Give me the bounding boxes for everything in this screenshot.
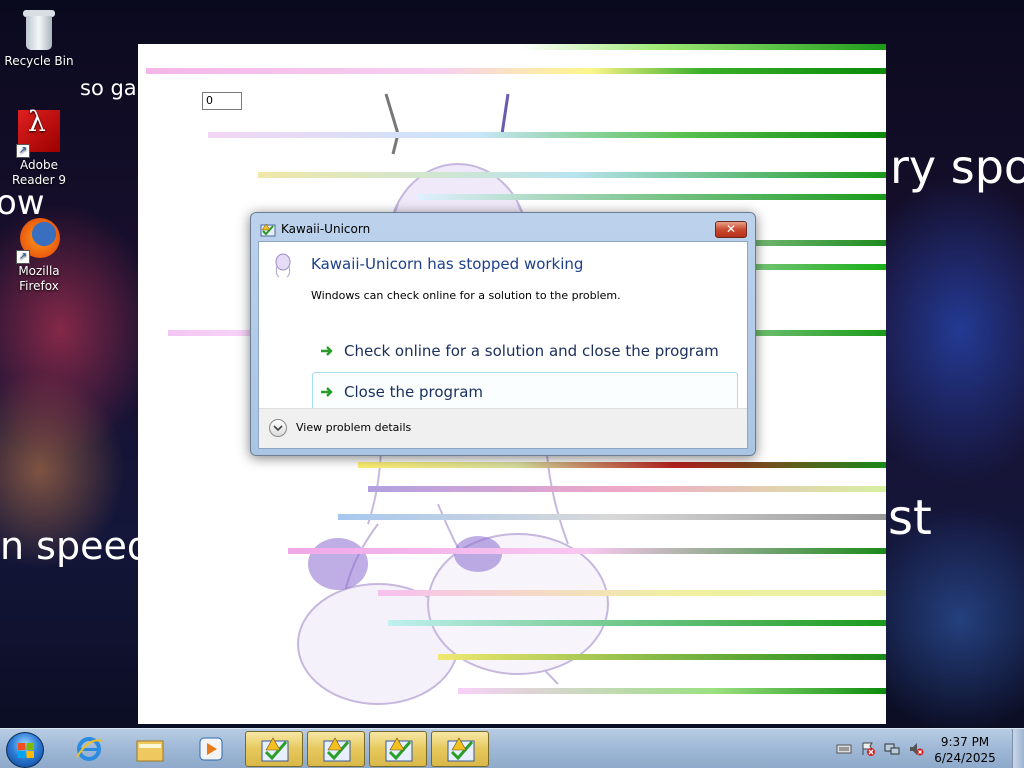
taskbar-media-player-button[interactable] — [182, 731, 240, 767]
warning-check-icon — [261, 737, 289, 762]
view-details-button[interactable] — [269, 419, 287, 437]
warning-check-icon — [323, 737, 351, 762]
view-details-label[interactable]: View problem details — [296, 421, 411, 434]
taskbar-running-app-2[interactable] — [307, 731, 365, 767]
action-center-icon[interactable] — [860, 741, 876, 757]
shortcut-arrow-icon: ↗ — [16, 250, 30, 264]
wallpaper-text-3: ry spo — [890, 140, 1024, 194]
wallpaper-text-4: n speed — [0, 524, 151, 568]
ie-icon — [76, 737, 103, 761]
taskbar-running-app-4[interactable] — [431, 731, 489, 767]
shortcut-arrow-icon: ↗ — [16, 144, 30, 158]
wallpaper-text-5: st — [888, 490, 932, 546]
taskbar: 9:37 PM 6/24/2025 — [0, 728, 1024, 768]
clock-date: 6/24/2025 — [934, 751, 996, 765]
taskbar-running-app-1[interactable] — [245, 731, 303, 767]
close-program-button[interactable]: Close the program — [312, 372, 738, 412]
desktop-icon-firefox[interactable]: ↗ Mozilla Firefox — [1, 216, 77, 294]
show-desktop-button[interactable] — [1012, 729, 1024, 768]
keyboard-icon[interactable] — [836, 741, 852, 757]
adobe-reader-icon: λ ↗ — [16, 108, 62, 158]
desktop-icon-label: Adobe Reader 9 — [12, 158, 66, 187]
number-input[interactable]: 0 — [202, 92, 242, 110]
taskbar-running-app-3[interactable] — [369, 731, 427, 767]
program-icon — [275, 253, 291, 278]
check-online-label: Check online for a solution and close th… — [344, 342, 719, 360]
dialog-body: Kawaii-Unicorn has stopped working Windo… — [258, 241, 748, 449]
start-button[interactable] — [6, 732, 44, 768]
desktop-icon-label: Mozilla Firefox — [18, 264, 60, 293]
folder-icon — [136, 740, 164, 762]
dialog-heading: Kawaii-Unicorn has stopped working — [311, 255, 584, 273]
taskbar-ie-button[interactable] — [60, 731, 118, 767]
windows-logo-icon — [18, 743, 34, 758]
recycle-bin-icon — [16, 6, 62, 52]
desktop-icon-recycle-bin[interactable]: Recycle Bin — [1, 6, 77, 69]
clock-time: 9:37 PM — [940, 735, 990, 749]
dialog-footer: View problem details — [259, 408, 747, 448]
taskbar-explorer-button[interactable] — [121, 731, 179, 767]
desktop-icon-label: Recycle Bin — [4, 54, 74, 68]
firefox-icon: ↗ — [16, 216, 62, 264]
clock[interactable]: 9:37 PM 6/24/2025 — [930, 734, 1000, 766]
check-online-button[interactable]: Check online for a solution and close th… — [312, 331, 738, 371]
green-arrow-icon — [321, 387, 333, 397]
green-arrow-icon — [321, 346, 333, 356]
error-dialog[interactable]: Kawaii-Unicorn ✕ Kawaii-Unicorn has stop… — [250, 212, 756, 456]
desktop-icon-adobe-reader[interactable]: λ ↗ Adobe Reader 9 — [1, 108, 77, 188]
close-button[interactable]: ✕ — [715, 221, 747, 238]
media-player-icon — [199, 737, 223, 761]
network-icon[interactable] — [884, 741, 900, 757]
wallpaper-text-1: so gal — [80, 76, 143, 100]
chevron-down-icon — [273, 425, 283, 432]
close-program-label: Close the program — [344, 383, 484, 401]
system-tray: 9:37 PM 6/24/2025 — [824, 729, 1024, 768]
warning-check-icon — [385, 737, 413, 762]
app-icon — [260, 223, 276, 237]
volume-muted-icon[interactable] — [908, 741, 924, 757]
dialog-subtext: Windows can check online for a solution … — [311, 289, 621, 302]
warning-check-icon — [447, 737, 475, 762]
dialog-title: Kawaii-Unicorn — [281, 222, 371, 236]
